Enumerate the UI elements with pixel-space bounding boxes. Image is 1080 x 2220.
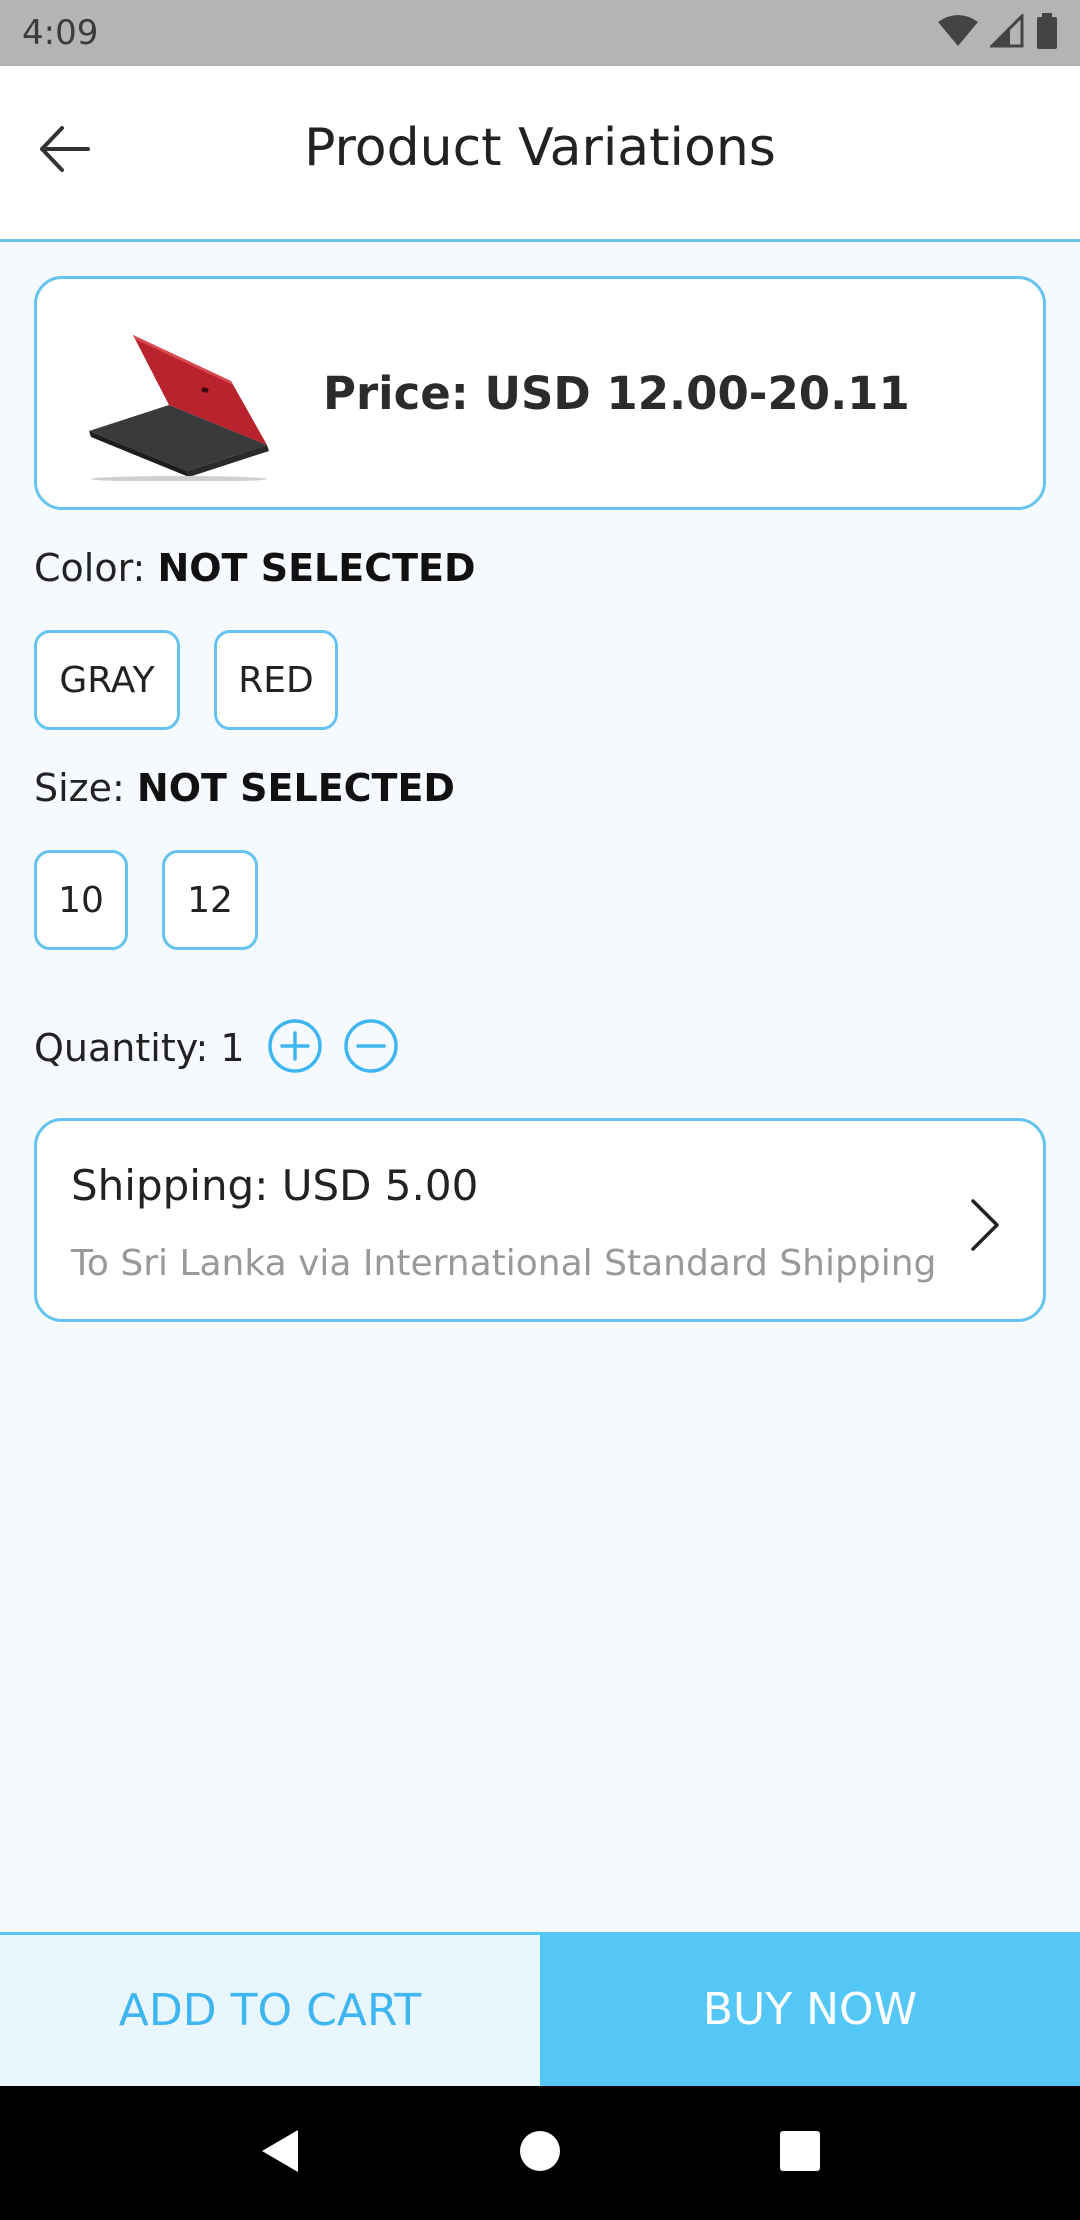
bottom-action-bar: ADD TO CART BUY NOW [0, 1932, 1080, 2086]
color-option-gray[interactable]: GRAY [34, 630, 180, 730]
quantity-increase-button[interactable] [267, 1018, 323, 1078]
color-value: NOT SELECTED [157, 546, 476, 590]
status-bar: 4:09 [0, 0, 1080, 66]
size-value: NOT SELECTED [136, 766, 455, 810]
wifi-icon [938, 14, 978, 52]
shipping-title: Shipping: USD 5.00 [71, 1161, 479, 1210]
size-option-12[interactable]: 12 [162, 850, 258, 950]
system-nav-bar [0, 2086, 1080, 2220]
color-label-row: Color: NOT SELECTED [34, 546, 476, 590]
cell-signal-icon [988, 12, 1024, 52]
chevron-right-icon [965, 1195, 1005, 1255]
product-image [83, 305, 283, 482]
shipping-subtitle: To Sri Lanka via International Standard … [71, 1243, 937, 1284]
shipping-card[interactable]: Shipping: USD 5.00 To Sri Lanka via Inte… [34, 1118, 1046, 1322]
price-text: Price: USD 12.00-20.11 [323, 367, 910, 420]
square-recents-icon [779, 2130, 821, 2176]
nav-back-button[interactable] [250, 2123, 310, 2183]
app-bar: Product Variations [0, 66, 1080, 242]
color-option-red[interactable]: RED [214, 630, 338, 730]
product-card: Price: USD 12.00-20.11 [34, 276, 1046, 510]
quantity-label: Quantity: 1 [34, 1026, 245, 1070]
buy-now-button[interactable]: BUY NOW [540, 1932, 1080, 2086]
plus-circle-icon [267, 1018, 323, 1078]
triangle-back-icon [258, 2126, 302, 2180]
color-label: Color: [34, 546, 146, 590]
page-title: Product Variations [304, 118, 776, 178]
quantity-decrease-button[interactable] [343, 1018, 399, 1078]
size-label: Size: [34, 766, 125, 810]
nav-recents-button[interactable] [770, 2123, 830, 2183]
status-time: 4:09 [22, 13, 99, 53]
status-icons [938, 12, 1058, 53]
quantity-row: Quantity: 1 [34, 1016, 419, 1080]
quantity-value: 1 [220, 1026, 245, 1070]
size-option-10[interactable]: 10 [34, 850, 128, 950]
circle-home-icon [518, 2129, 562, 2177]
battery-icon [1036, 13, 1058, 53]
add-to-cart-button[interactable]: ADD TO CART [0, 1932, 540, 2086]
size-label-row: Size: NOT SELECTED [34, 766, 455, 810]
nav-home-button[interactable] [510, 2123, 570, 2183]
minus-circle-icon [343, 1018, 399, 1078]
